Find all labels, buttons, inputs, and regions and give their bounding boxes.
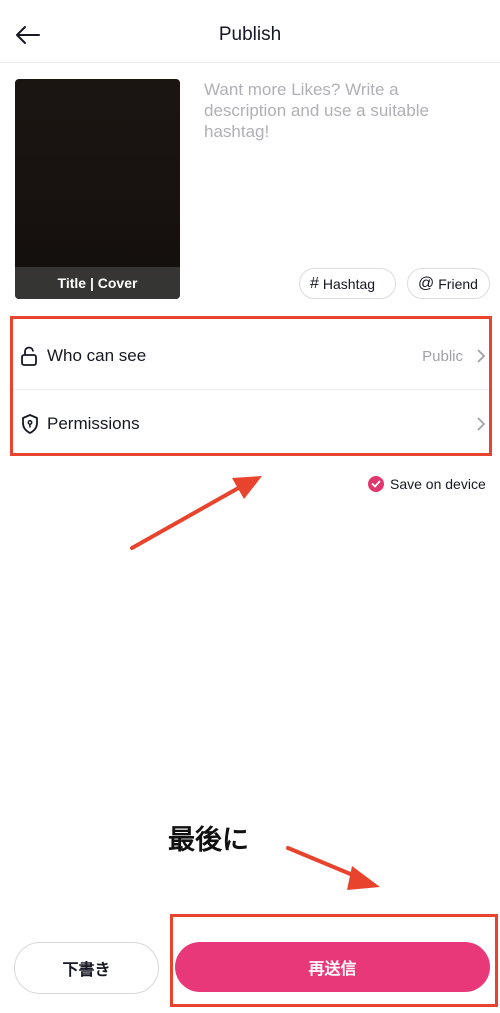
post-button[interactable]: 再送信 — [175, 942, 490, 992]
who-can-see-row[interactable]: Who can see Public — [13, 322, 489, 390]
draft-button[interactable]: 下書き — [14, 942, 159, 994]
cover-label[interactable]: Title | Cover — [15, 267, 180, 299]
permissions-row[interactable]: Permissions — [13, 390, 489, 458]
hash-icon: # — [310, 274, 319, 292]
save-on-device-label: Save on device — [390, 476, 486, 492]
who-can-see-label: Who can see — [47, 346, 147, 365]
description-input[interactable]: Want more Likes? Write a description and… — [204, 79, 474, 142]
top-bar: Publish — [0, 0, 500, 63]
video-cover[interactable]: Title | Cover — [15, 79, 180, 299]
save-on-device-toggle[interactable]: Save on device — [368, 476, 486, 492]
annotation-arrow-icon — [130, 476, 262, 550]
page-title: Publish — [218, 24, 282, 45]
chevron-right-icon — [477, 349, 486, 363]
shield-icon — [22, 414, 38, 434]
permissions-label: Permissions — [47, 414, 140, 433]
unlock-icon — [21, 346, 37, 366]
at-icon: @ — [418, 274, 435, 292]
annotation-arrow-icon — [286, 846, 380, 890]
hashtag-label: Hashtag — [322, 275, 376, 292]
friend-button[interactable]: @ Friend — [407, 268, 490, 299]
annotation-note: 最後に — [168, 825, 249, 856]
hashtag-button[interactable]: # Hashtag — [299, 268, 396, 299]
friend-label: Friend — [438, 275, 478, 292]
chevron-right-icon — [477, 417, 486, 431]
checkmark-icon — [368, 476, 384, 492]
settings-panel: Who can see Public Permissions — [10, 316, 492, 456]
who-can-see-value: Public — [422, 347, 463, 365]
